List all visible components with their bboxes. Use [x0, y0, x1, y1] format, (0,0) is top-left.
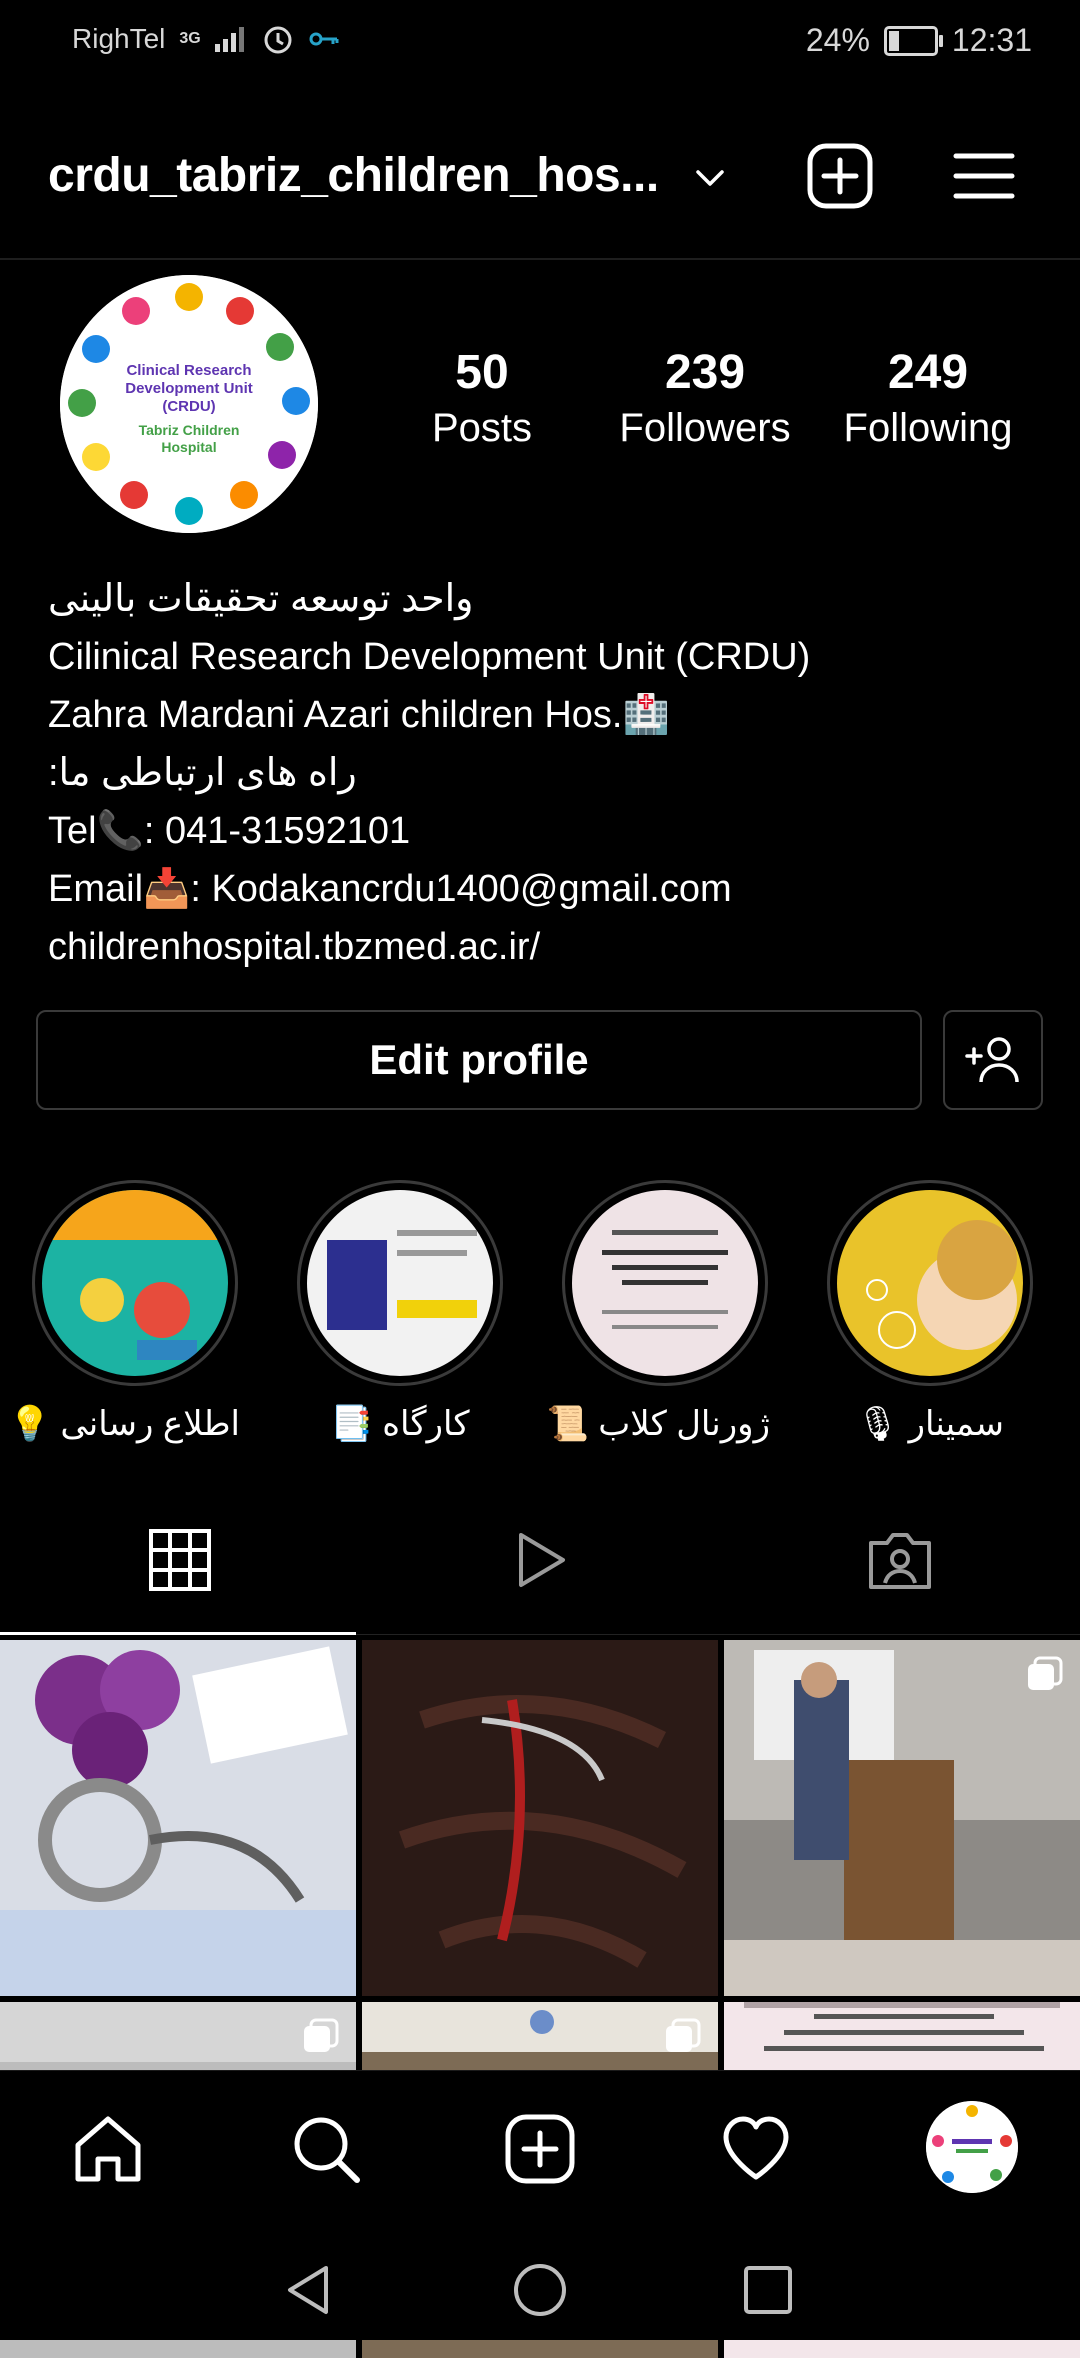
chevron-down-icon[interactable]: [690, 158, 730, 198]
bio-line: راه های ارتباطی ما:: [48, 752, 357, 794]
tab-grid[interactable]: [0, 1490, 360, 1630]
stat-followers[interactable]: 239 Followers: [605, 345, 805, 451]
post-thumbnail[interactable]: [724, 1640, 1080, 1996]
bio-website-link[interactable]: childrenhospital.tbzmed.ac.ir/: [48, 918, 1048, 976]
highlight-item[interactable]: اطلاع رسانی 💡: [8, 1180, 240, 1444]
bio-phone[interactable]: Tel📞: 041-31592101: [48, 802, 1048, 860]
alarm-icon: [264, 26, 292, 54]
highlight-label: کارگاه 📑: [330, 1405, 470, 1443]
posts-label: Posts: [431, 406, 533, 450]
highlight-cover: [837, 1190, 1023, 1376]
bottom-navigation: [0, 2070, 1080, 2221]
bio-email[interactable]: Email📥: Kodakancrdu1400@gmail.com: [48, 860, 1048, 918]
stat-posts[interactable]: 50 Posts: [382, 345, 582, 451]
reels-play-icon: [519, 1533, 565, 1587]
stat-following[interactable]: 249 Following: [828, 345, 1028, 451]
highlight-cover: [572, 1190, 758, 1376]
signal-icon: [214, 27, 244, 52]
home-circle-icon[interactable]: [512, 2262, 568, 2318]
bio-line: Zahra Mardani Azari children Hos.🏥: [48, 694, 670, 736]
highlight-item[interactable]: کارگاه 📑: [295, 1180, 505, 1444]
following-label: Following: [843, 406, 1013, 450]
followers-label: Followers: [619, 406, 791, 450]
new-post-icon[interactable]: [502, 2111, 578, 2187]
heart-icon[interactable]: [718, 2111, 794, 2187]
clock: 12:31: [951, 22, 1032, 58]
svg-text:Hospital: Hospital: [161, 439, 216, 455]
active-tab-indicator: [0, 1632, 356, 1635]
following-count: 249: [887, 346, 969, 399]
grid-icon: [149, 1529, 211, 1591]
carrier-label: RighTel: [72, 23, 166, 54]
multiple-posts-icon: [666, 2018, 701, 2052]
edit-profile-button[interactable]: Edit profile: [36, 1010, 922, 1110]
recents-square-icon[interactable]: [742, 2264, 794, 2316]
bio-line: واحد توسعه تحقیقات بالینی: [48, 578, 474, 620]
discover-people-button[interactable]: [943, 1010, 1043, 1110]
network-type: 3G: [179, 30, 201, 47]
header-divider: [0, 258, 1080, 260]
highlight-item[interactable]: سمینار 🎙: [825, 1180, 1035, 1444]
svg-text:Development Unit: Development Unit: [125, 380, 253, 397]
username-title: crdu_tabriz_children_hos...: [48, 149, 659, 202]
svg-text:Tabriz Children: Tabriz Children: [139, 422, 240, 438]
battery-percent: 24%: [805, 22, 870, 58]
multiple-posts-icon: [304, 2018, 339, 2052]
tab-reels[interactable]: [360, 1490, 720, 1630]
account-switcher[interactable]: crdu_tabriz_children_hos...: [48, 148, 659, 203]
followers-count: 239: [664, 346, 746, 399]
search-icon[interactable]: [288, 2111, 364, 2187]
battery-icon: [883, 25, 943, 56]
tab-tagged[interactable]: [720, 1490, 1080, 1630]
multiple-posts-icon: [1028, 1656, 1063, 1690]
tagged-person-icon: [869, 1533, 931, 1589]
profile-header: crdu_tabriz_children_hos...: [0, 120, 1080, 240]
vpn-key-icon: [309, 32, 339, 46]
profile-avatar[interactable]: Clinical Research Development Unit (CRDU…: [60, 275, 318, 533]
profile-avatar-icon[interactable]: [926, 2101, 1018, 2193]
avatar-logo: Clinical Research Development Unit (CRDU…: [60, 275, 318, 533]
posts-count: 50: [455, 346, 509, 399]
highlight-label: سمینار 🎙: [855, 1405, 1005, 1443]
svg-text:Clinical Research: Clinical Research: [126, 362, 251, 379]
highlight-label: اطلاع رسانی 💡: [8, 1405, 240, 1443]
post-thumbnail[interactable]: [0, 1640, 356, 1996]
menu-icon[interactable]: [950, 142, 1018, 210]
svg-text:(CRDU): (CRDU): [162, 398, 215, 415]
bio-line: Cilinical Research Development Unit (CRD…: [48, 636, 811, 678]
back-icon[interactable]: [282, 2262, 332, 2318]
home-icon[interactable]: [70, 2111, 146, 2187]
highlight-item[interactable]: ژورنال کلاب 📜: [546, 1180, 771, 1444]
status-bar: RighTel 3G 24% 12:31: [0, 0, 1080, 90]
new-post-button[interactable]: [806, 142, 874, 210]
add-person-icon: [965, 1037, 1019, 1083]
system-navigation-bar: [0, 2220, 1080, 2340]
highlight-cover: [307, 1190, 493, 1376]
highlight-label: ژورنال کلاب 📜: [546, 1405, 771, 1443]
profile-bio: واحد توسعه تحقیقات بالینی Cilinical Rese…: [48, 570, 1048, 976]
post-thumbnail[interactable]: [362, 1640, 718, 1996]
highlight-cover: [42, 1190, 228, 1376]
